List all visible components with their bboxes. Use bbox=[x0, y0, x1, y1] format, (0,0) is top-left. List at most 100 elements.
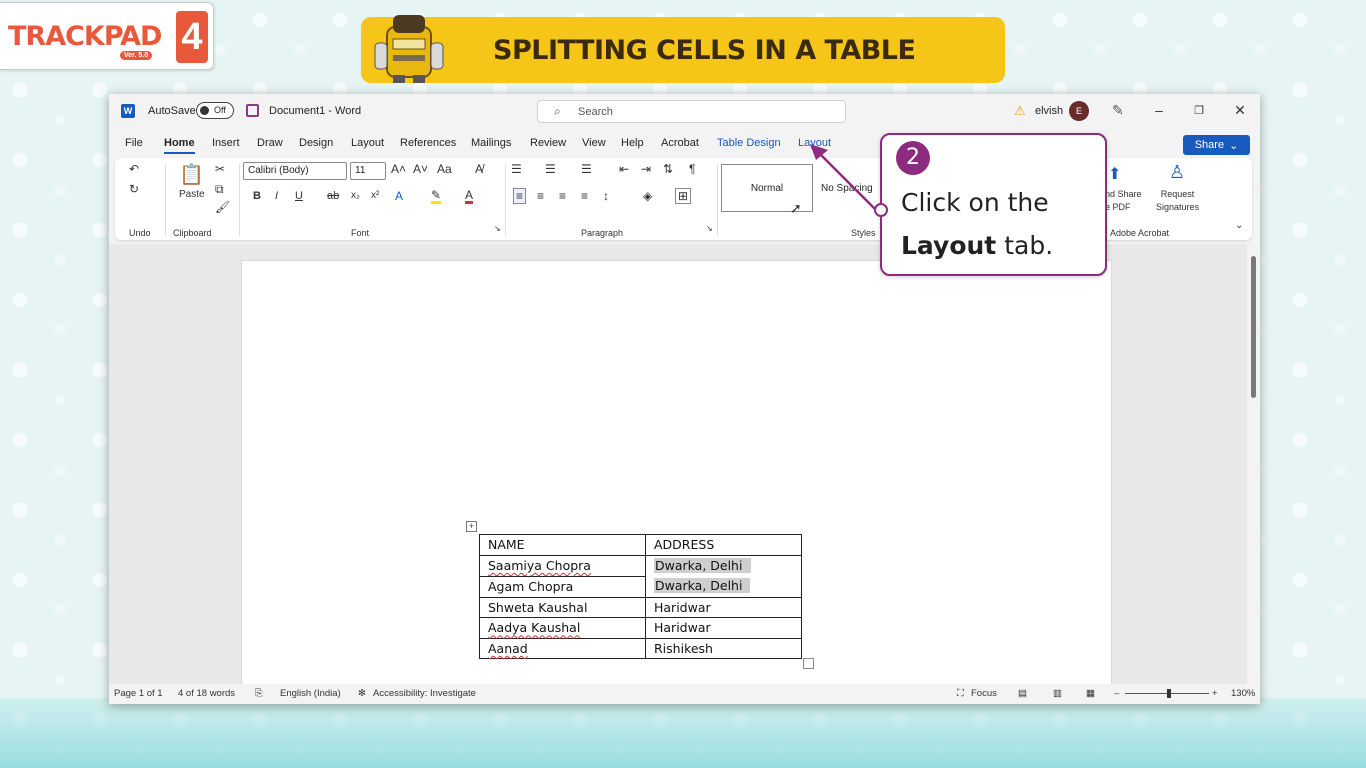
font-color-icon[interactable]: A bbox=[465, 189, 474, 204]
increase-indent-icon[interactable]: ⇥ bbox=[641, 162, 651, 176]
undo-icon[interactable]: ↶ bbox=[129, 162, 139, 176]
table-cell[interactable]: Rishikesh bbox=[645, 637, 802, 659]
document-page[interactable]: + NAME ADDRESS Saamiya Chopra Dwarka, De… bbox=[241, 260, 1112, 684]
multilevel-list-icon[interactable]: ☰ bbox=[581, 162, 592, 176]
designer-pen-icon[interactable]: ✎ bbox=[1112, 102, 1124, 119]
paragraph-dialog-launcher-icon[interactable]: ↘ bbox=[706, 224, 713, 233]
vertical-scrollbar[interactable] bbox=[1249, 244, 1259, 684]
table-move-handle-icon[interactable]: + bbox=[466, 521, 477, 532]
tab-view[interactable]: View bbox=[582, 137, 606, 149]
decrease-indent-icon[interactable]: ⇤ bbox=[619, 162, 629, 176]
table-cell[interactable]: Saamiya Chopra bbox=[479, 554, 646, 577]
request-signatures-label[interactable]: Request Signatures bbox=[1156, 188, 1199, 214]
table-cell[interactable]: NAME bbox=[479, 534, 646, 556]
font-size-combo[interactable]: 11 bbox=[350, 162, 386, 180]
minimize-button[interactable]: – bbox=[1149, 102, 1169, 118]
align-right-icon[interactable]: ≡ bbox=[559, 189, 566, 203]
tab-mailings[interactable]: Mailings bbox=[471, 137, 511, 149]
user-name[interactable]: elvish bbox=[1035, 105, 1063, 117]
redo-icon[interactable]: ↻ bbox=[129, 182, 139, 196]
justify-icon[interactable]: ≡ bbox=[581, 189, 588, 203]
borders-icon[interactable]: ⊞ bbox=[675, 188, 692, 204]
tab-home[interactable]: Home bbox=[164, 137, 195, 154]
merged-cell-selected[interactable]: Dwarka, Delhi Dwarka, Delhi bbox=[645, 554, 802, 598]
close-button[interactable]: ✕ bbox=[1230, 102, 1250, 119]
table-cell[interactable]: Haridwar bbox=[645, 596, 802, 618]
search-input[interactable]: ⌕ Search bbox=[537, 100, 846, 123]
print-layout-icon[interactable]: ▥ bbox=[1053, 688, 1062, 699]
tab-design[interactable]: Design bbox=[299, 137, 333, 149]
zoom-in-icon[interactable]: + bbox=[1212, 688, 1218, 699]
warning-icon[interactable]: ⚠ bbox=[1014, 103, 1026, 119]
paste-label[interactable]: Paste bbox=[179, 189, 205, 200]
zoom-slider-thumb[interactable] bbox=[1167, 689, 1171, 698]
bullets-icon[interactable]: ☰ bbox=[511, 162, 522, 176]
autosave-toggle[interactable]: Off bbox=[196, 102, 234, 119]
tab-file[interactable]: File bbox=[125, 137, 143, 149]
underline-icon[interactable]: U bbox=[295, 190, 303, 202]
collapse-ribbon-icon[interactable]: ⌄ bbox=[1235, 220, 1243, 231]
page-count[interactable]: Page 1 of 1 bbox=[114, 688, 163, 699]
table-cell[interactable]: Aanad bbox=[479, 637, 646, 659]
create-share-pdf-icon[interactable]: ⬆ bbox=[1108, 164, 1121, 184]
format-painter-icon[interactable]: 🖌 bbox=[215, 200, 230, 214]
tab-draw[interactable]: Draw bbox=[257, 137, 283, 149]
zoom-level[interactable]: 130% bbox=[1231, 688, 1255, 699]
word-count[interactable]: 4 of 18 words bbox=[178, 688, 235, 699]
line-spacing-icon[interactable]: ↕ bbox=[603, 189, 609, 203]
tab-table-design[interactable]: Table Design bbox=[717, 137, 781, 149]
tab-help[interactable]: Help bbox=[621, 137, 644, 149]
avatar[interactable]: E bbox=[1069, 101, 1089, 121]
share-button[interactable]: Share ⌄ bbox=[1183, 135, 1250, 155]
save-icon[interactable] bbox=[246, 104, 259, 117]
shrink-font-icon[interactable]: A˅ bbox=[413, 162, 428, 176]
italic-icon[interactable]: I bbox=[275, 190, 278, 202]
superscript-icon[interactable]: x² bbox=[371, 190, 379, 201]
table-cell[interactable]: Haridwar bbox=[645, 617, 802, 639]
tab-acrobat[interactable]: Acrobat bbox=[661, 137, 699, 149]
clear-formatting-icon[interactable]: A̸ bbox=[475, 162, 483, 176]
table-cell[interactable]: Shweta Kaushal bbox=[479, 596, 646, 618]
numbering-icon[interactable]: ☰ bbox=[545, 162, 556, 176]
focus-mode[interactable]: Focus bbox=[971, 688, 997, 699]
address-table[interactable]: NAME ADDRESS Saamiya Chopra Dwarka, Delh… bbox=[479, 534, 802, 659]
scroll-thumb[interactable] bbox=[1251, 256, 1256, 398]
language[interactable]: English (India) bbox=[280, 688, 341, 699]
text-effects-icon[interactable]: A bbox=[395, 189, 403, 203]
font-dialog-launcher-icon[interactable]: ↘ bbox=[494, 224, 501, 233]
strikethrough-icon[interactable]: ab bbox=[327, 190, 339, 202]
request-signatures-icon[interactable]: ♙ bbox=[1169, 162, 1185, 183]
align-center-icon[interactable]: ≡ bbox=[537, 189, 544, 203]
accessibility-icon[interactable]: ✻ bbox=[358, 688, 366, 699]
grow-font-icon[interactable]: A˄ bbox=[391, 162, 406, 176]
paste-icon[interactable]: 📋 bbox=[179, 162, 204, 187]
cut-icon[interactable]: ✂ bbox=[215, 162, 225, 176]
sort-icon[interactable]: ⇅ bbox=[663, 162, 673, 176]
highlight-icon[interactable]: ✎ bbox=[431, 189, 442, 204]
tab-references[interactable]: References bbox=[400, 137, 456, 149]
accessibility-status[interactable]: Accessibility: Investigate bbox=[373, 688, 476, 699]
zoom-out-icon[interactable]: – bbox=[1114, 688, 1119, 699]
read-mode-icon[interactable]: ▤ bbox=[1018, 688, 1027, 699]
web-layout-icon[interactable]: ▦ bbox=[1086, 688, 1095, 699]
shading-icon[interactable]: ◈ bbox=[643, 189, 652, 203]
align-left-icon[interactable]: ≡ bbox=[513, 188, 527, 204]
tab-insert[interactable]: Insert bbox=[212, 137, 240, 149]
copy-icon[interactable]: ⧉ bbox=[215, 182, 224, 197]
table-cell[interactable]: ADDRESS bbox=[645, 534, 802, 556]
focus-icon[interactable]: ⛶ bbox=[957, 688, 964, 699]
table-resize-handle[interactable] bbox=[803, 658, 814, 669]
font-name-combo[interactable]: Calibri (Body) bbox=[243, 162, 347, 180]
restore-button[interactable]: ❐ bbox=[1189, 104, 1209, 117]
callout-anchor-dot bbox=[874, 203, 888, 217]
table-cell[interactable]: Aadya Kaushal bbox=[479, 617, 646, 639]
create-share-pdf-label[interactable]: nd Share e PDF bbox=[1105, 188, 1142, 214]
tab-review[interactable]: Review bbox=[530, 137, 566, 149]
bold-icon[interactable]: B bbox=[253, 190, 261, 202]
table-cell[interactable]: Agam Chopra bbox=[479, 575, 646, 598]
subscript-icon[interactable]: x₂ bbox=[351, 190, 360, 201]
change-case-icon[interactable]: Aa bbox=[437, 162, 452, 176]
proofing-icon[interactable]: ⎘ bbox=[255, 688, 263, 699]
tab-layout[interactable]: Layout bbox=[351, 137, 384, 149]
show-formatting-icon[interactable]: ¶ bbox=[689, 162, 695, 176]
